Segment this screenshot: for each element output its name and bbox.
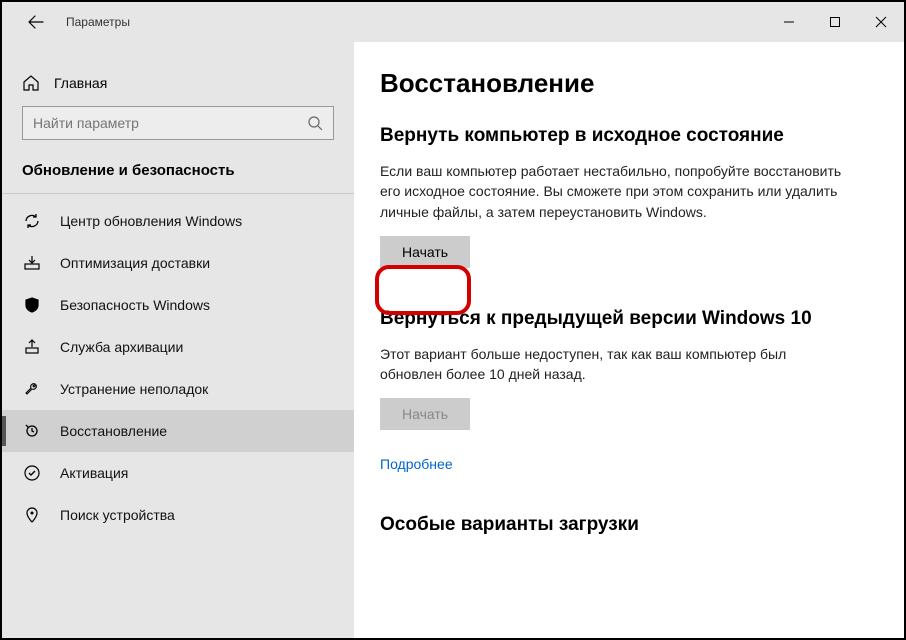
- sidebar-home[interactable]: Главная: [2, 68, 354, 102]
- sidebar-item-windows-security[interactable]: Безопасность Windows: [2, 284, 354, 326]
- sidebar-section-title: Обновление и безопасность: [2, 158, 354, 191]
- advanced-heading: Особые варианты загрузки: [380, 514, 872, 536]
- sidebar-item-delivery-optimization[interactable]: Оптимизация доставки: [2, 242, 354, 284]
- reset-pc-section: Вернуть компьютер в исходное состояние Е…: [380, 125, 872, 268]
- sidebar-item-activation[interactable]: Активация: [2, 452, 354, 494]
- check-icon: [22, 464, 42, 482]
- maximize-icon: [829, 16, 841, 28]
- sidebar: Главная Обновление и безопасность Центр …: [2, 42, 354, 638]
- go-back-section: Вернуться к предыдущей версии Windows 10…: [380, 308, 872, 475]
- close-icon: [875, 16, 887, 28]
- sidebar-divider: [2, 193, 354, 194]
- close-button[interactable]: [858, 2, 904, 42]
- sidebar-item-find-device[interactable]: Поиск устройства: [2, 494, 354, 536]
- content-area: Восстановление Вернуть компьютер в исход…: [354, 42, 904, 638]
- reset-description: Если ваш компьютер работает нестабильно,…: [380, 161, 850, 222]
- go-back-description: Этот вариант больше недоступен, так как …: [380, 344, 850, 385]
- sidebar-item-label: Восстановление: [60, 423, 167, 439]
- settings-window: Параметры Главная: [0, 0, 906, 640]
- sidebar-item-label: Устранение неполадок: [60, 381, 208, 397]
- search-icon: [307, 115, 323, 131]
- sidebar-item-label: Поиск устройства: [60, 507, 175, 523]
- shield-icon: [22, 296, 42, 314]
- window-body: Главная Обновление и безопасность Центр …: [2, 42, 904, 638]
- minimize-button[interactable]: [766, 2, 812, 42]
- arrow-left-icon: [28, 14, 44, 30]
- titlebar: Параметры: [2, 2, 904, 42]
- sidebar-item-label: Безопасность Windows: [60, 297, 210, 313]
- home-icon: [22, 74, 40, 92]
- sidebar-item-recovery[interactable]: Восстановление: [2, 410, 354, 452]
- sidebar-item-label: Активация: [60, 465, 128, 481]
- recovery-icon: [22, 422, 42, 440]
- search-input-wrapper[interactable]: [22, 106, 334, 140]
- window-controls: [766, 2, 904, 42]
- go-back-heading: Вернуться к предыдущей версии Windows 10: [380, 308, 872, 330]
- sidebar-item-label: Служба архивации: [60, 339, 183, 355]
- go-back-start-button: Начать: [380, 398, 470, 430]
- location-icon: [22, 506, 42, 524]
- sync-icon: [22, 212, 42, 230]
- sidebar-item-troubleshoot[interactable]: Устранение неполадок: [2, 368, 354, 410]
- minimize-icon: [783, 16, 795, 28]
- reset-heading: Вернуть компьютер в исходное состояние: [380, 125, 872, 147]
- back-button[interactable]: [18, 4, 54, 40]
- window-title: Параметры: [66, 15, 130, 29]
- learn-more-link[interactable]: Подробнее: [380, 456, 453, 472]
- wrench-icon: [22, 380, 42, 398]
- page-title: Восстановление: [380, 68, 872, 99]
- sidebar-item-label: Центр обновления Windows: [60, 213, 242, 229]
- reset-start-button[interactable]: Начать: [380, 236, 470, 268]
- delivery-icon: [22, 254, 42, 272]
- search-input[interactable]: [33, 115, 307, 131]
- advanced-startup-section: Особые варианты загрузки: [380, 514, 872, 536]
- sidebar-home-label: Главная: [54, 75, 107, 91]
- sidebar-item-windows-update[interactable]: Центр обновления Windows: [2, 200, 354, 242]
- maximize-button[interactable]: [812, 2, 858, 42]
- sidebar-item-backup[interactable]: Служба архивации: [2, 326, 354, 368]
- sidebar-item-label: Оптимизация доставки: [60, 255, 210, 271]
- backup-icon: [22, 338, 42, 356]
